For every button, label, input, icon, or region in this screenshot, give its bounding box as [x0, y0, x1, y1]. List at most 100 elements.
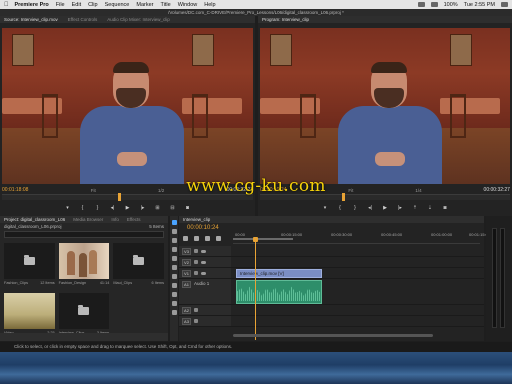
project-file-name: digital_classroom_L06.prproj	[4, 224, 62, 229]
tab-source[interactable]: Source: Interview_clip.mov	[4, 17, 58, 22]
marker-icon[interactable]: ▾	[64, 204, 72, 212]
mark-in-icon[interactable]: {	[336, 204, 344, 212]
wifi-icon[interactable]	[417, 2, 425, 7]
tab-info[interactable]: Info	[111, 217, 119, 222]
audio-clip[interactable]	[236, 280, 322, 304]
search-icon[interactable]	[501, 2, 508, 7]
step-forward-icon[interactable]: |▸	[396, 204, 404, 212]
track-a3[interactable]: A3	[179, 316, 484, 327]
mute-icon[interactable]	[194, 319, 198, 323]
mark-out-icon[interactable]: }	[351, 204, 359, 212]
settings-icon[interactable]	[216, 236, 221, 241]
timeline-panel: Interview_clip 00:00:10:24 00:00 00:00:1…	[179, 216, 490, 341]
track-select-tool-icon[interactable]	[171, 229, 177, 234]
play-icon[interactable]: ▶	[124, 204, 132, 212]
source-video-frame[interactable]	[2, 28, 253, 184]
eye-icon[interactable]	[201, 249, 206, 253]
razor-tool-icon[interactable]	[171, 265, 177, 270]
project-search-input[interactable]	[4, 231, 164, 238]
track-target-tag[interactable]: V1	[182, 269, 191, 277]
track-a1[interactable]: A1 Audio 1	[179, 279, 484, 305]
timeline-tabs: Interview_clip	[179, 216, 484, 223]
tab-audio-clip-mixer[interactable]: Audio Clip Mixer: Interview_clip	[107, 17, 170, 22]
timeline-scrollbar[interactable]	[233, 334, 433, 337]
track-v2[interactable]: V2	[179, 257, 484, 268]
clip-thumbnail[interactable]	[4, 293, 55, 329]
menu-app-name[interactable]: Premiere Pro	[15, 2, 49, 8]
tab-sequence[interactable]: Interview_clip	[183, 217, 210, 222]
bin-item[interactable]: Fashion_Clips 12 Items	[4, 243, 55, 289]
tab-effect-controls[interactable]: Effect Controls	[68, 17, 97, 22]
timeline-playhead[interactable]	[253, 237, 258, 340]
tab-project[interactable]: Project: digital_classroom_L06	[4, 217, 65, 222]
eye-icon[interactable]	[201, 271, 206, 275]
track-v1[interactable]: V1 Interview_clip.mov [V]	[179, 268, 484, 279]
insert-icon[interactable]: ⊞	[154, 204, 162, 212]
track-target-tag[interactable]: A3	[182, 317, 191, 325]
rate-stretch-tool-icon[interactable]	[171, 256, 177, 261]
tab-media-browser[interactable]: Media Browser	[73, 217, 103, 222]
lock-icon[interactable]	[194, 271, 198, 275]
bin-thumbnail[interactable]	[113, 243, 164, 279]
track-target-tag[interactable]: A2	[182, 306, 191, 314]
apple-icon[interactable]: 	[4, 2, 9, 8]
bin-thumbnail[interactable]	[4, 243, 55, 279]
menu-help[interactable]: Help	[204, 2, 215, 8]
battery-status[interactable]: 100%	[444, 2, 458, 8]
export-frame-icon[interactable]: ◙	[184, 204, 192, 212]
program-video-frame[interactable]	[260, 28, 510, 184]
video-clip[interactable]: Interview_clip.mov [V]	[236, 269, 322, 278]
menu-file[interactable]: File	[56, 2, 65, 8]
step-back-icon[interactable]: ◂|	[366, 204, 374, 212]
timeline-ruler[interactable]: 00:00 00:00:15:00 00:00:30:00 00:00:45:0…	[233, 230, 490, 244]
bin-thumbnail[interactable]	[58, 293, 110, 329]
linked-selection-icon[interactable]	[194, 236, 199, 241]
tab-program[interactable]: Program: Interview_clip	[262, 17, 309, 22]
step-forward-icon[interactable]: |▸	[139, 204, 147, 212]
eye-icon[interactable]	[201, 260, 206, 264]
lock-icon[interactable]	[194, 249, 198, 253]
export-frame-icon[interactable]: ◙	[441, 204, 449, 212]
menu-sequence[interactable]: Sequence	[105, 2, 130, 8]
menu-marker[interactable]: Marker	[136, 2, 153, 8]
mark-in-icon[interactable]: {	[79, 204, 87, 212]
selection-tool-icon[interactable]	[171, 220, 177, 225]
bin-item[interactable]: Fashion_Design 41:14	[58, 243, 110, 289]
lift-icon[interactable]: ⇡	[411, 204, 419, 212]
tab-effects[interactable]: Effects	[127, 217, 141, 222]
add-marker-icon[interactable]	[205, 236, 210, 241]
ripple-edit-tool-icon[interactable]	[171, 238, 177, 243]
rolling-edit-tool-icon[interactable]	[171, 247, 177, 252]
clock[interactable]: Tue 2:55 PM	[464, 2, 495, 8]
play-icon[interactable]: ▶	[381, 204, 389, 212]
mark-out-icon[interactable]: }	[94, 204, 102, 212]
timeline-timecode[interactable]: 00:00:10:24	[187, 225, 219, 231]
step-back-icon[interactable]: ◂|	[109, 204, 117, 212]
mute-icon[interactable]	[194, 308, 198, 312]
track-target-tag[interactable]: A1	[182, 281, 191, 288]
menu-clip[interactable]: Clip	[88, 2, 97, 8]
track-target-tag[interactable]: V3	[182, 247, 191, 255]
bin-item[interactable]: Maui_Clips 6 Items	[113, 243, 164, 289]
slide-tool-icon[interactable]	[171, 283, 177, 288]
work-area-bar[interactable]	[233, 238, 293, 240]
snap-icon[interactable]	[183, 236, 188, 241]
track-target-tag[interactable]: V2	[182, 258, 191, 266]
menu-title[interactable]: Title	[161, 2, 171, 8]
track-v3[interactable]: V3	[179, 246, 484, 257]
project-panel-tabs: Project: digital_classroom_L06 Media Bro…	[0, 216, 168, 223]
extract-icon[interactable]: ⇣	[426, 204, 434, 212]
menu-edit[interactable]: Edit	[72, 2, 81, 8]
marker-icon[interactable]: ▾	[321, 204, 329, 212]
hand-tool-icon[interactable]	[171, 301, 177, 306]
clip-thumbnail[interactable]	[58, 243, 110, 279]
menu-window[interactable]: Window	[178, 2, 198, 8]
track-a2[interactable]: A2	[179, 305, 484, 316]
lock-icon[interactable]	[194, 260, 198, 264]
zoom-tool-icon[interactable]	[171, 310, 177, 315]
volume-icon[interactable]	[430, 2, 438, 7]
pen-tool-icon[interactable]	[171, 292, 177, 297]
program-transport-controls: ▾ { } ◂| ▶ |▸ ⇡ ⇣ ◙	[260, 203, 510, 213]
overwrite-icon[interactable]: ⊟	[169, 204, 177, 212]
slip-tool-icon[interactable]	[171, 274, 177, 279]
